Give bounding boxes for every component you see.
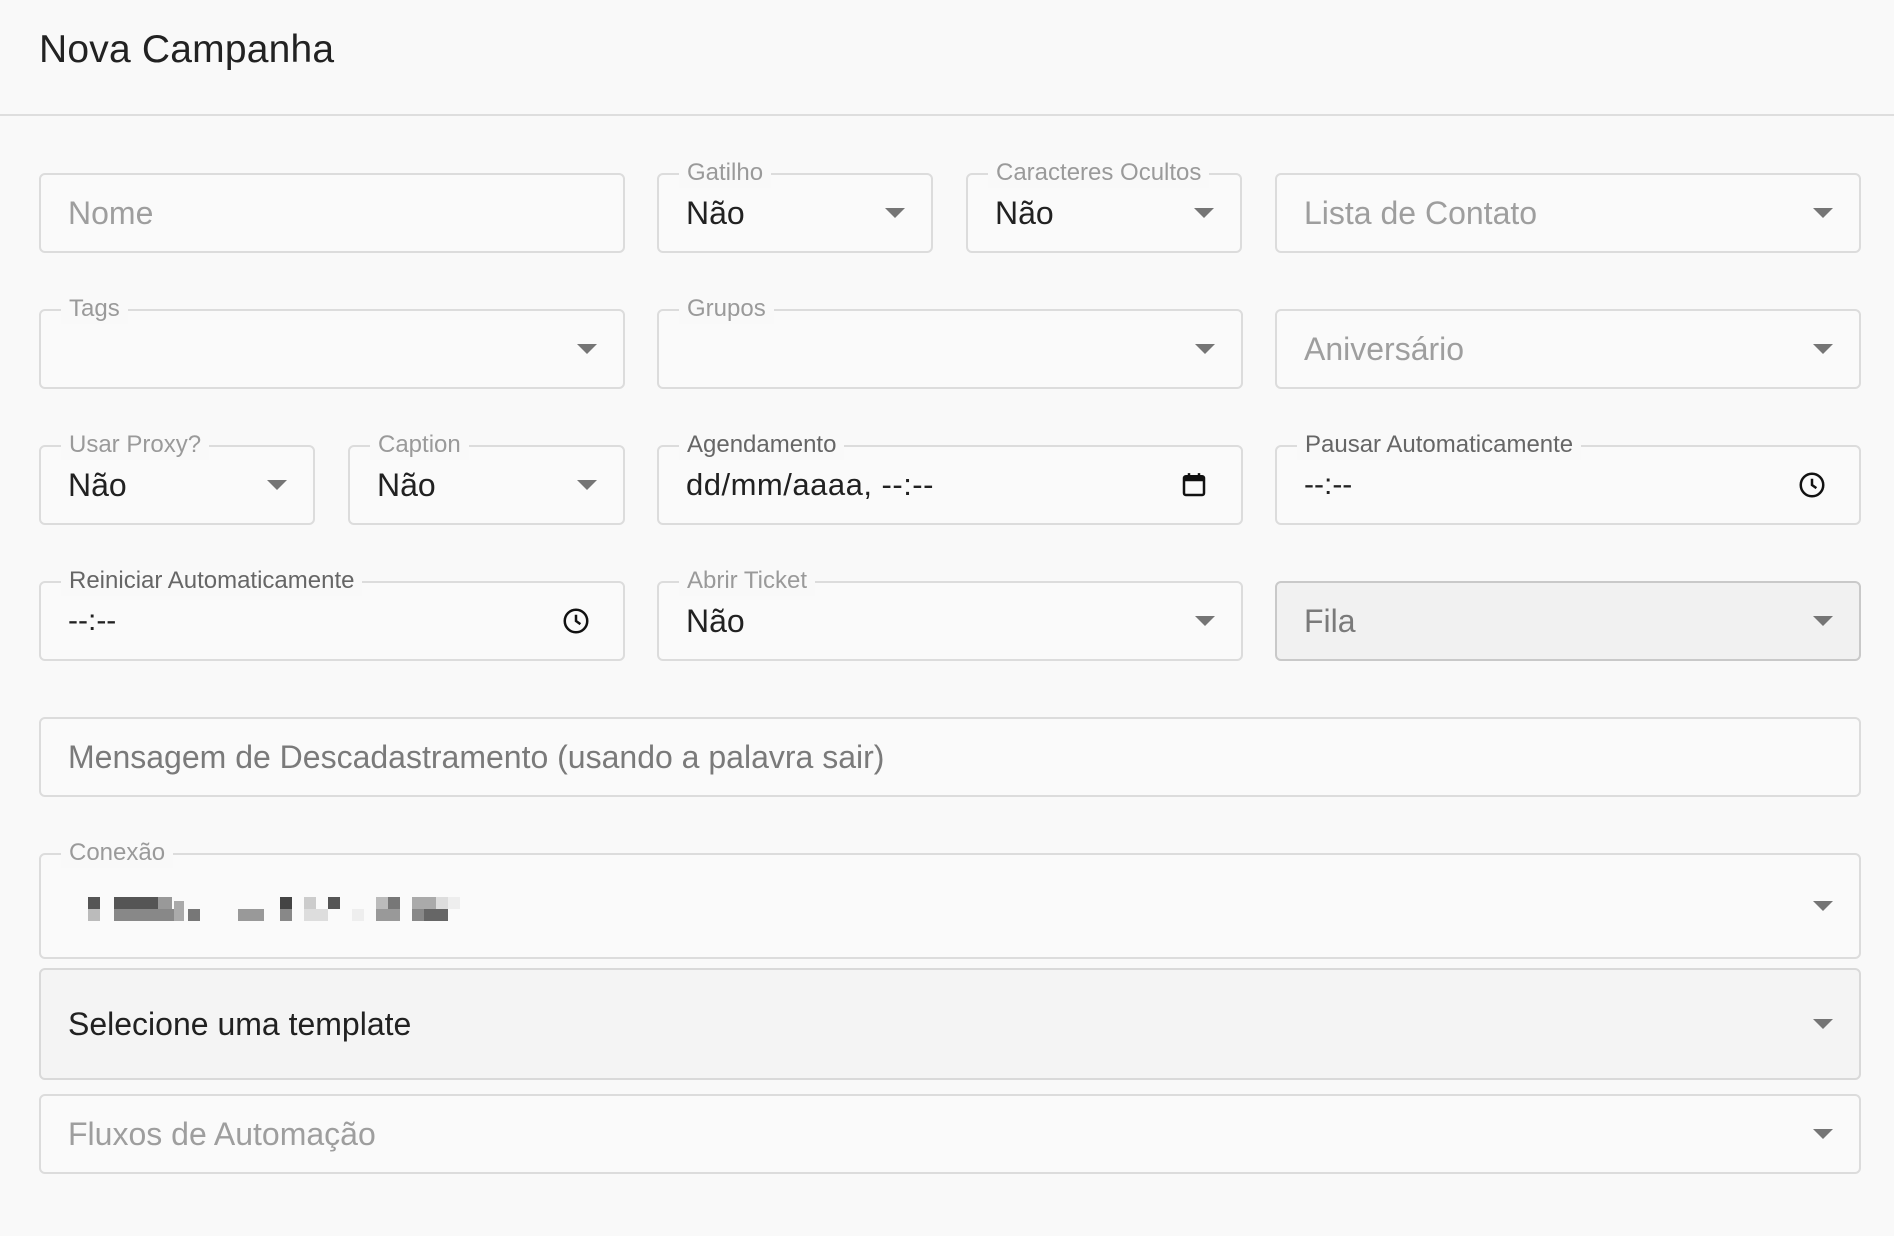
- chevron-down-icon: [1813, 1019, 1833, 1029]
- lista-contato-placeholder: Lista de Contato: [1304, 195, 1538, 231]
- abrir-ticket-value: Não: [686, 603, 745, 639]
- page-title: Nova Campanha: [39, 28, 335, 71]
- chevron-down-icon: [885, 208, 905, 218]
- chevron-down-icon: [1195, 616, 1215, 626]
- usar-proxy-select[interactable]: Usar Proxy? Não: [39, 430, 315, 525]
- nome-field[interactable]: Nome: [39, 173, 625, 253]
- reiniciar-label: Reiniciar Automaticamente: [61, 566, 363, 596]
- gatilho-label: Gatilho: [679, 158, 772, 188]
- usar-proxy-value: Não: [68, 467, 127, 503]
- chevron-down-icon: [1194, 208, 1214, 218]
- nome-placeholder: Nome: [68, 195, 154, 231]
- conexao-value-redacted: [88, 897, 468, 923]
- caracteres-ocultos-value: Não: [995, 195, 1054, 231]
- calendar-icon[interactable]: [1179, 470, 1209, 500]
- usar-proxy-label: Usar Proxy?: [61, 430, 210, 460]
- chevron-down-icon: [1813, 1129, 1833, 1139]
- mensagem-descadastramento-input[interactable]: Mensagem de Descadastramento (usando a p…: [39, 717, 1861, 797]
- conexao-select[interactable]: Conexão: [39, 838, 1861, 959]
- caracteres-ocultos-select[interactable]: Caracteres Ocultos Não: [966, 158, 1242, 253]
- lista-contato-select[interactable]: Lista de Contato: [1275, 173, 1861, 253]
- gatilho-select[interactable]: Gatilho Não: [657, 158, 933, 253]
- abrir-ticket-select[interactable]: Abrir Ticket Não: [657, 566, 1243, 661]
- tags-select[interactable]: Tags: [39, 294, 625, 389]
- tags-label: Tags: [61, 294, 128, 324]
- caption-value: Não: [377, 467, 436, 503]
- chevron-down-icon: [267, 480, 287, 490]
- aniversario-select[interactable]: Aniversário: [1275, 309, 1861, 389]
- agendamento-value: dd/mm/aaaa, --:--: [686, 467, 934, 502]
- caption-label: Caption: [370, 430, 469, 460]
- agendamento-label: Agendamento: [679, 430, 845, 460]
- clock-icon[interactable]: [561, 606, 591, 636]
- chevron-down-icon: [577, 344, 597, 354]
- reiniciar-value: --:--: [68, 604, 117, 637]
- fluxos-placeholder: Fluxos de Automação: [68, 1116, 376, 1152]
- page-header: Nova Campanha: [0, 0, 1894, 116]
- pausar-automaticamente-input[interactable]: Pausar Automaticamente --:--: [1275, 430, 1861, 525]
- fila-placeholder: Fila: [1304, 603, 1356, 639]
- caption-select[interactable]: Caption Não: [348, 430, 625, 525]
- gatilho-value: Não: [686, 195, 745, 231]
- fluxos-automacao-select[interactable]: Fluxos de Automação: [39, 1094, 1861, 1174]
- chevron-down-icon: [577, 480, 597, 490]
- pausar-label: Pausar Automaticamente: [1297, 430, 1582, 460]
- agendamento-input[interactable]: Agendamento dd/mm/aaaa, --:--: [657, 430, 1243, 525]
- chevron-down-icon: [1195, 344, 1215, 354]
- pausar-value: --:--: [1304, 468, 1353, 501]
- fila-select[interactable]: Fila: [1275, 581, 1861, 661]
- mensagem-descadastramento-placeholder: Mensagem de Descadastramento (usando a p…: [68, 739, 885, 775]
- grupos-select[interactable]: Grupos: [657, 294, 1243, 389]
- template-value: Selecione uma template: [68, 1006, 412, 1042]
- aniversario-placeholder: Aniversário: [1304, 331, 1465, 367]
- template-select[interactable]: Selecione uma template: [39, 968, 1861, 1080]
- clock-icon[interactable]: [1797, 470, 1827, 500]
- abrir-ticket-label: Abrir Ticket: [679, 566, 816, 596]
- grupos-label: Grupos: [679, 294, 774, 324]
- chevron-down-icon: [1813, 208, 1833, 218]
- conexao-label: Conexão: [61, 838, 174, 868]
- reiniciar-automaticamente-input[interactable]: Reiniciar Automaticamente --:--: [39, 566, 625, 661]
- chevron-down-icon: [1813, 344, 1833, 354]
- chevron-down-icon: [1813, 901, 1833, 911]
- caracteres-ocultos-label: Caracteres Ocultos: [988, 158, 1210, 188]
- chevron-down-icon: [1813, 616, 1833, 626]
